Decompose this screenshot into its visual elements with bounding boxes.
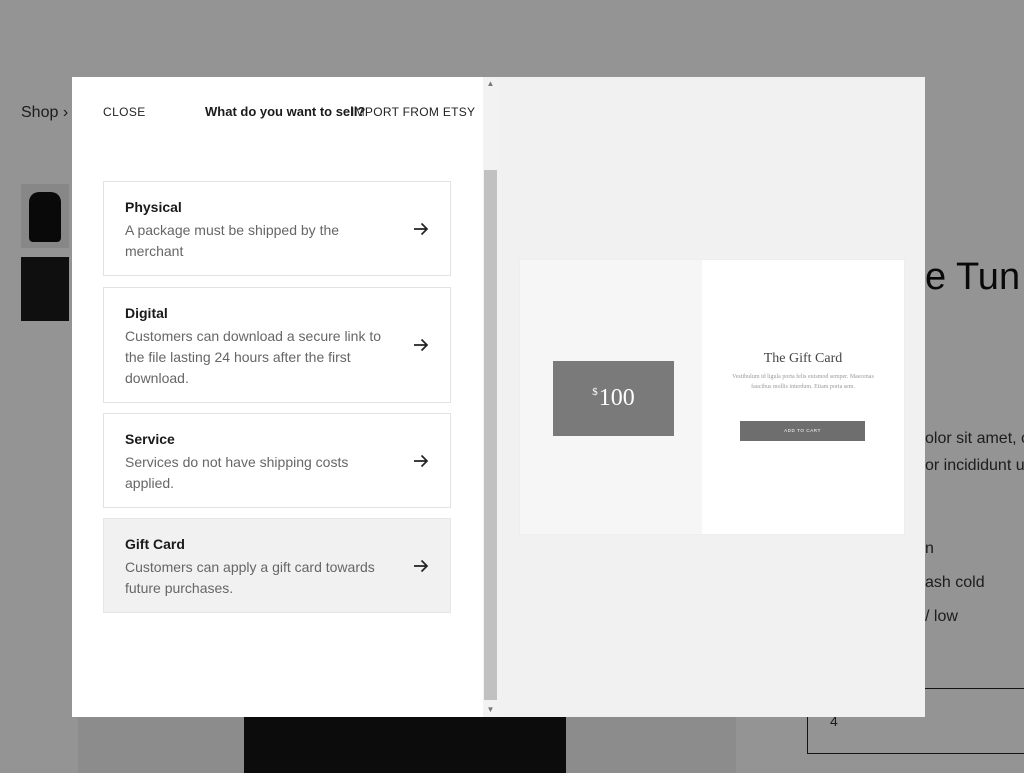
option-description: Services do not have shipping costs appl… [125, 454, 349, 491]
option-description: Customers can apply a gift card towards … [125, 559, 375, 596]
scrollbar-thumb[interactable] [484, 170, 497, 700]
option-physical[interactable]: Physical A package must be shipped by th… [103, 181, 451, 276]
product-type-list-pane: CLOSE What do you want to sell? IMPORT F… [72, 77, 483, 717]
arrow-right-icon [414, 338, 429, 352]
preview-image-area: $100 [520, 260, 702, 534]
currency-symbol: $ [592, 386, 598, 398]
list-scrollbar[interactable]: ▲ ▼ [483, 77, 498, 717]
gift-card-image: $100 [553, 361, 674, 436]
option-title: Physical [125, 199, 182, 215]
modal-header: CLOSE What do you want to sell? IMPORT F… [72, 77, 483, 147]
option-gift-card[interactable]: Gift Card Customers can apply a gift car… [103, 518, 451, 613]
option-service[interactable]: Service Services do not have shipping co… [103, 413, 451, 508]
option-title: Service [125, 431, 175, 447]
preview-pane: $100 The Gift Card Vestibulum id ligula … [498, 77, 925, 717]
arrow-right-icon [414, 559, 429, 573]
import-from-etsy-button[interactable]: IMPORT FROM ETSY [351, 105, 475, 119]
arrow-right-icon [414, 222, 429, 236]
gift-card-amount: $100 [592, 385, 635, 412]
option-title: Digital [125, 305, 168, 321]
scroll-up-icon[interactable]: ▲ [483, 77, 498, 91]
arrow-right-icon [414, 454, 429, 468]
amount-value: 100 [598, 385, 635, 411]
product-type-modal: CLOSE What do you want to sell? IMPORT F… [72, 77, 925, 717]
close-button[interactable]: CLOSE [103, 105, 146, 119]
preview-title: The Gift Card [763, 351, 843, 366]
scroll-down-icon[interactable]: ▼ [483, 703, 498, 717]
preview-details-area: The Gift Card Vestibulum id ligula porta… [702, 260, 904, 534]
modal-title: What do you want to sell? [205, 104, 366, 119]
option-digital[interactable]: Digital Customers can download a secure … [103, 287, 451, 403]
option-description: Customers can download a secure link to … [125, 328, 382, 386]
preview-description: Vestibulum id ligula porta felis euismod… [732, 374, 874, 390]
gift-card-preview: $100 The Gift Card Vestibulum id ligula … [520, 260, 904, 534]
option-title: Gift Card [125, 536, 185, 552]
preview-add-to-cart-button: ADD TO CART [740, 421, 865, 441]
option-description: A package must be shipped by the merchan… [125, 222, 340, 259]
